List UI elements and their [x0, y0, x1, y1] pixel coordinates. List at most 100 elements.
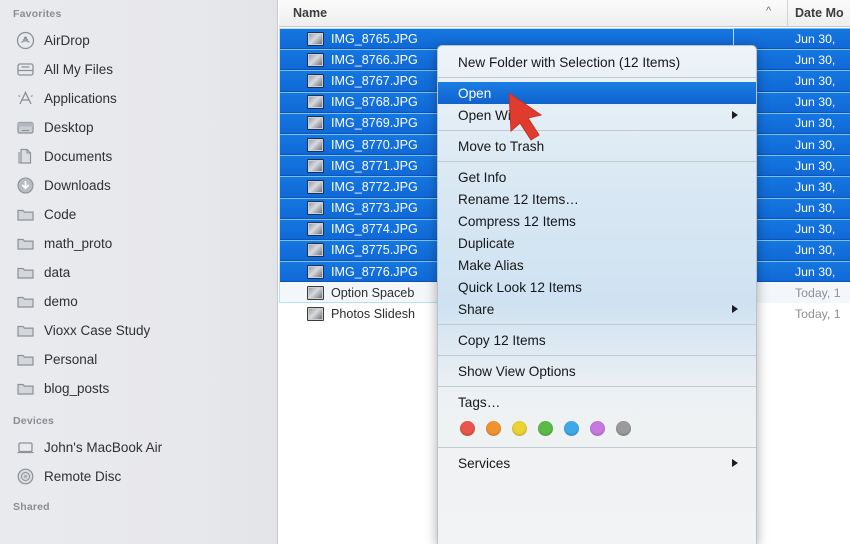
menu-item-make-alias[interactable]: Make Alias: [438, 254, 756, 276]
sidebar-item-desktop[interactable]: Desktop: [0, 113, 277, 142]
laptop-icon: [16, 438, 35, 457]
menu-separator: [438, 77, 756, 78]
file-date-modified: Jun 30,: [795, 52, 836, 67]
column-header-date-modified[interactable]: Date Mo: [795, 6, 844, 20]
menu-item-get-info[interactable]: Get Info: [438, 166, 756, 188]
sidebar-item-label: Personal: [44, 352, 98, 367]
menu-separator: [438, 355, 756, 356]
file-date-modified: Jun 30,: [795, 179, 836, 194]
file-name: Option Spaceb: [331, 285, 415, 300]
orange-tag[interactable]: [486, 420, 501, 436]
sidebar-item-personal[interactable]: Personal: [0, 345, 277, 374]
file-name: IMG_8768.JPG: [331, 95, 418, 110]
menu-item-quick-look-12-items[interactable]: Quick Look 12 Items: [438, 276, 756, 298]
sidebar-item-label: Code: [44, 207, 77, 222]
downloads-icon: [16, 176, 35, 195]
file-date-modified: Jun 30,: [795, 243, 836, 258]
menu-item-move-to-trash[interactable]: Move to Trash: [438, 135, 756, 157]
column-divider[interactable]: [787, 0, 788, 27]
menu-item-show-view-options[interactable]: Show View Options: [438, 360, 756, 382]
sidebar-item-blog_posts[interactable]: blog_posts: [0, 374, 277, 403]
file-thumbnail-icon: [307, 264, 324, 279]
column-header-name[interactable]: Name: [293, 6, 327, 20]
folder-icon: [16, 379, 35, 398]
file-date-modified: Jun 30,: [795, 95, 836, 110]
sidebar-item-label: John's MacBook Air: [44, 440, 163, 455]
file-thumbnail-icon: [307, 158, 324, 173]
menu-item-copy-12-items[interactable]: Copy 12 Items: [438, 329, 756, 351]
sidebar-item-label: data: [44, 265, 71, 280]
file-date-modified: Today, 1: [795, 307, 841, 322]
column-header-bar: Name ^ Date Mo: [279, 0, 850, 27]
file-date-modified: Jun 30,: [795, 158, 836, 173]
menu-item-open[interactable]: Open: [438, 82, 756, 104]
file-date-modified: Jun 30,: [795, 137, 836, 152]
file-date-modified: Jun 30,: [795, 116, 836, 131]
file-date-modified: Jun 30,: [795, 73, 836, 88]
sidebar-item-documents[interactable]: Documents: [0, 142, 277, 171]
menu-item-label: Get Info: [458, 169, 507, 185]
sidebar-item-data[interactable]: data: [0, 258, 277, 287]
menu-item-rename-12-items[interactable]: Rename 12 Items…: [438, 188, 756, 210]
file-name: IMG_8769.JPG: [331, 116, 418, 131]
menu-separator: [438, 161, 756, 162]
sidebar-item-label: AirDrop: [44, 33, 90, 48]
sidebar-group-label-shared: Shared: [13, 501, 50, 513]
sidebar-item-remote-disc[interactable]: Remote Disc: [0, 462, 277, 491]
sidebar-item-label: Vioxx Case Study: [44, 323, 151, 338]
file-date-modified: Today, 1: [795, 285, 841, 300]
sidebar-item-johns-macbook-air[interactable]: John's MacBook Air: [0, 433, 277, 462]
blue-tag[interactable]: [564, 420, 579, 436]
menu-item-label: Quick Look 12 Items: [458, 279, 582, 295]
yellow-tag[interactable]: [512, 420, 527, 436]
airdrop-icon: [16, 31, 35, 50]
menu-item-open-with[interactable]: Open With: [438, 104, 756, 126]
sidebar: Favorites AirDrop All My Files Applicati…: [0, 0, 278, 544]
sidebar-item-label: Documents: [44, 149, 113, 164]
red-tag[interactable]: [460, 420, 475, 436]
sidebar-item-code[interactable]: Code: [0, 200, 277, 229]
folder-icon: [16, 234, 35, 253]
menu-item-share[interactable]: Share: [438, 298, 756, 320]
menu-item-compress-12-items[interactable]: Compress 12 Items: [438, 210, 756, 232]
menu-item-label: Open: [458, 85, 492, 101]
file-thumbnail-icon: [307, 222, 324, 237]
sidebar-item-all-my-files[interactable]: All My Files: [0, 55, 277, 84]
sidebar-item-label: Downloads: [44, 178, 111, 193]
menu-item-tags[interactable]: Tags…: [438, 391, 756, 413]
sidebar-item-math_proto[interactable]: math_proto: [0, 229, 277, 258]
file-thumbnail-icon: [307, 52, 324, 67]
menu-item-new-folder-with-selection-12-items[interactable]: New Folder with Selection (12 Items): [438, 51, 756, 73]
menu-separator: [438, 447, 756, 448]
sidebar-item-demo[interactable]: demo: [0, 287, 277, 316]
sidebar-item-label: All My Files: [44, 62, 114, 77]
sidebar-item-applications[interactable]: Applications: [0, 84, 277, 113]
submenu-arrow-icon: [732, 111, 738, 119]
chevron-up-icon[interactable]: ^: [766, 5, 771, 17]
gray-tag[interactable]: [616, 420, 631, 436]
file-date-modified: Jun 30,: [795, 201, 836, 216]
file-thumbnail-icon: [307, 73, 324, 88]
file-name: IMG_8766.JPG: [331, 52, 418, 67]
file-name: IMG_8767.JPG: [331, 73, 418, 88]
sidebar-item-airdrop[interactable]: AirDrop: [0, 26, 277, 55]
documents-icon: [16, 147, 35, 166]
file-thumbnail-icon: [307, 285, 324, 300]
sidebar-item-vioxx-case-study[interactable]: Vioxx Case Study: [0, 316, 277, 345]
menu-item-label: Move to Trash: [458, 138, 545, 154]
finder-window: Favorites AirDrop All My Files Applicati…: [0, 0, 850, 544]
context-menu[interactable]: New Folder with Selection (12 Items) Open…: [437, 45, 757, 544]
file-name: IMG_8776.JPG: [331, 264, 418, 279]
green-tag[interactable]: [538, 420, 553, 436]
sidebar-item-label: demo: [44, 294, 78, 309]
sidebar-item-label: Remote Disc: [44, 469, 122, 484]
file-date-modified: Jun 30,: [795, 31, 836, 46]
file-thumbnail-icon: [307, 31, 324, 46]
file-thumbnail-icon: [307, 116, 324, 131]
menu-item-services[interactable]: Services: [438, 452, 756, 474]
file-name: Photos Slidesh: [331, 307, 416, 322]
file-thumbnail-icon: [307, 307, 324, 322]
sidebar-item-downloads[interactable]: Downloads: [0, 171, 277, 200]
purple-tag[interactable]: [590, 420, 605, 436]
menu-item-duplicate[interactable]: Duplicate: [438, 232, 756, 254]
